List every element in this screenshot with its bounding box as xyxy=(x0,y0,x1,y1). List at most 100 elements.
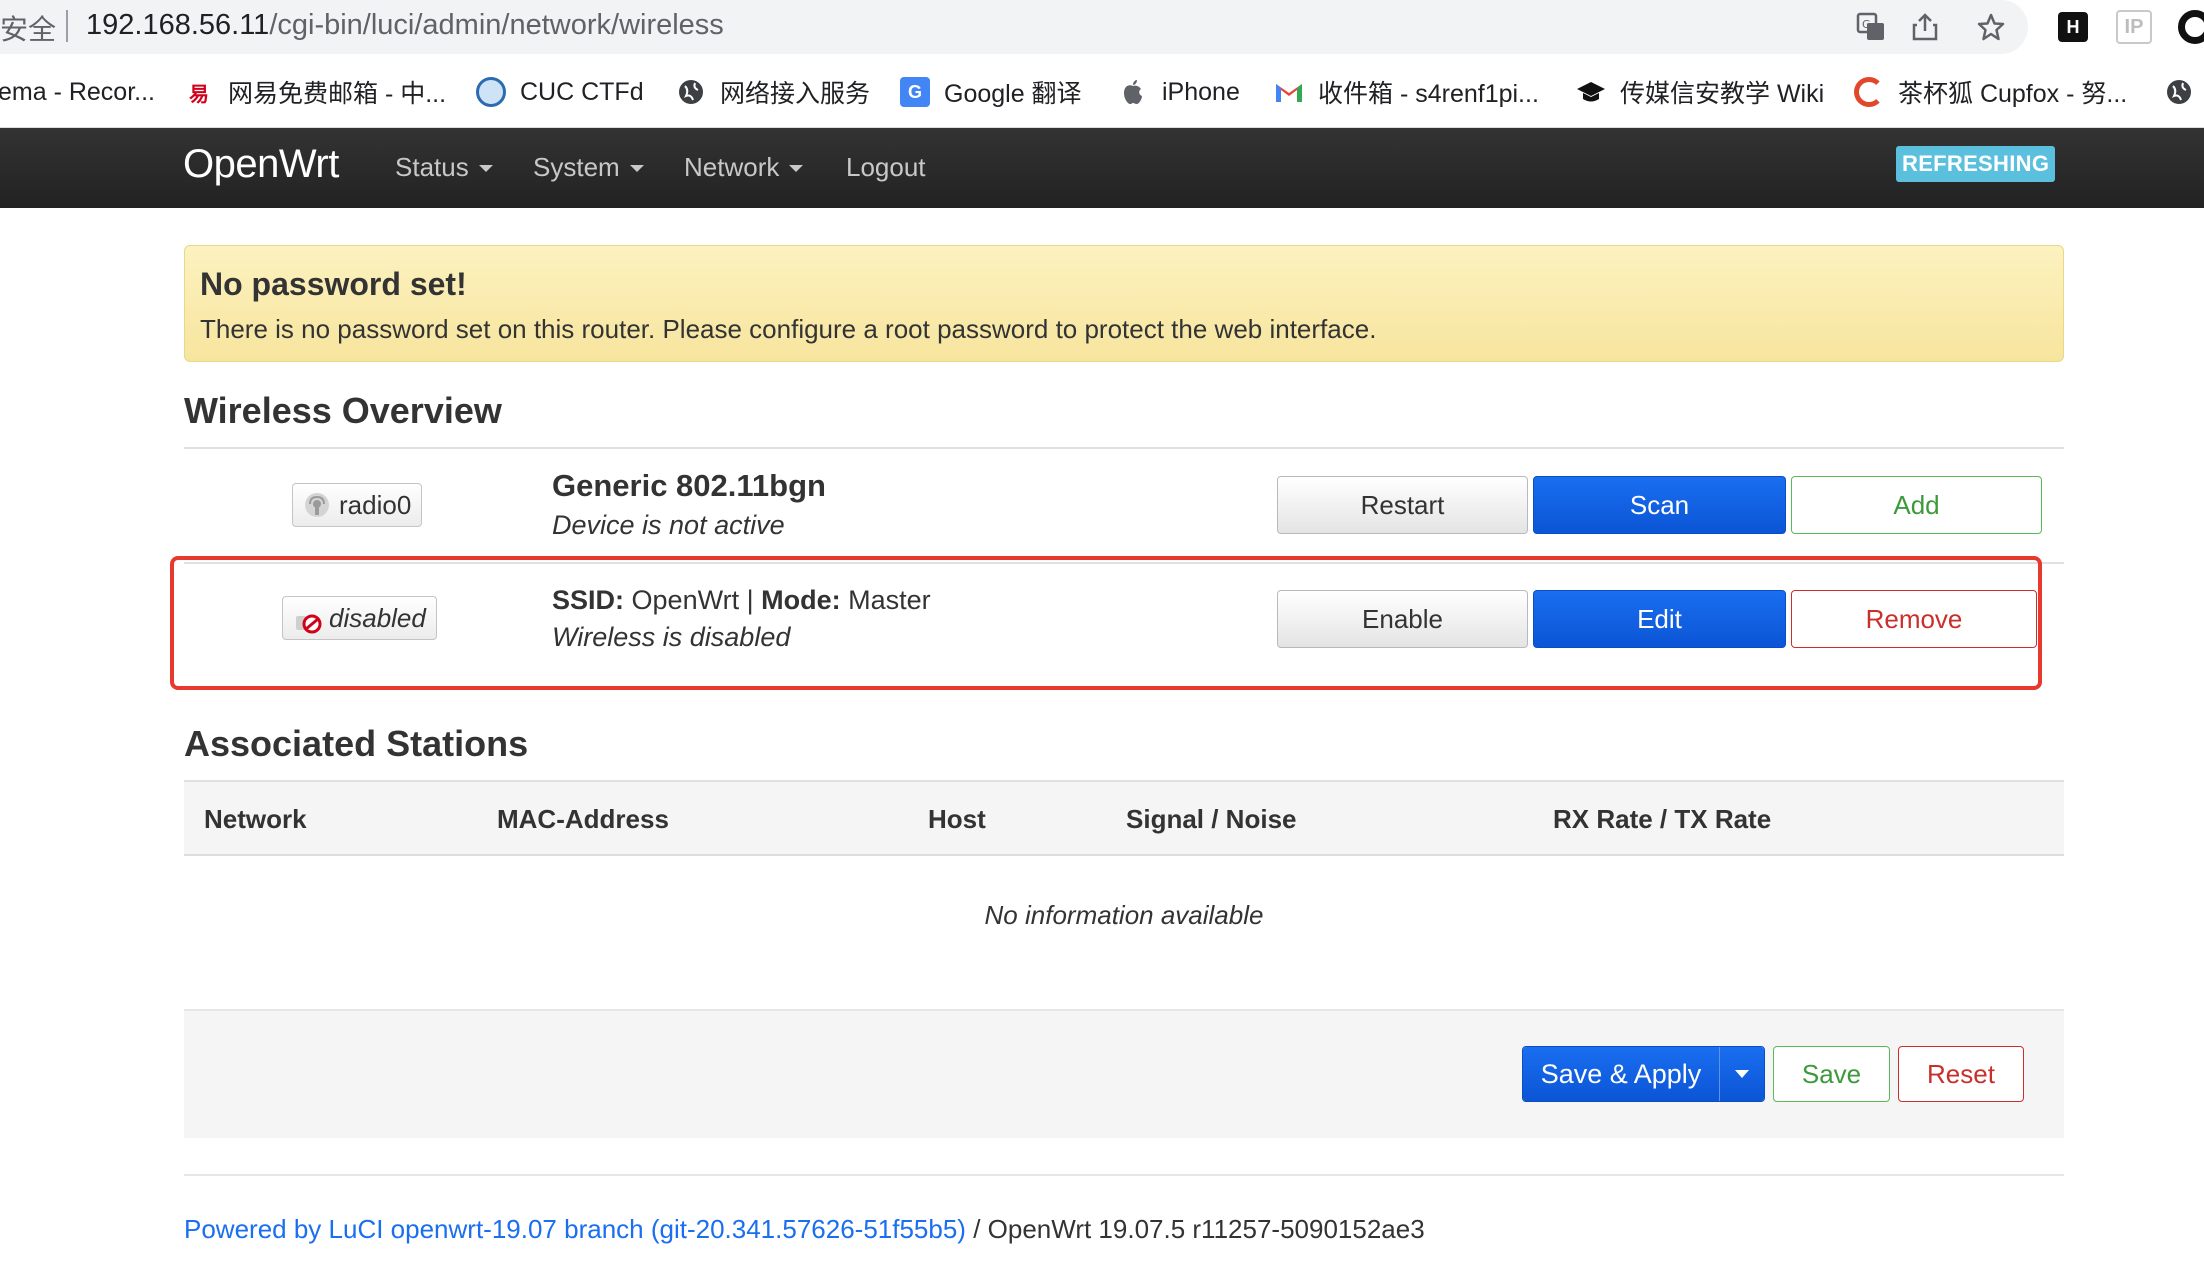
mode-value: Master xyxy=(848,585,931,615)
bookmark-item[interactable]: ema - Recor... xyxy=(0,74,155,110)
save-apply-split-button: Save & Apply xyxy=(1522,1046,1765,1102)
nav-label: System xyxy=(533,152,620,182)
remove-button[interactable]: Remove xyxy=(1791,590,2037,648)
divider xyxy=(184,562,2064,564)
ssid-value: OpenWrt xyxy=(631,585,740,615)
column-header: Signal / Noise xyxy=(1126,804,1297,834)
globe-icon xyxy=(2164,77,2194,107)
add-network-button[interactable]: Add xyxy=(1791,476,2042,534)
extension-h-icon[interactable]: H xyxy=(2058,12,2088,42)
reset-button[interactable]: Reset xyxy=(1898,1046,2024,1102)
bookmark-item[interactable]: 易 网易免费邮箱 - 中... xyxy=(184,74,446,110)
url-text[interactable]: 192.168.56.11/cgi-bin/luci/admin/network… xyxy=(86,9,724,42)
bookmarks-bar: ema - Recor... 易 网易免费邮箱 - 中... CUC CTFd … xyxy=(0,54,2204,128)
disabled-badge[interactable]: disabled xyxy=(282,596,437,640)
bookmark-label: 网络接入服务 xyxy=(720,80,871,108)
google-translate-icon: G xyxy=(900,77,930,107)
mode-label: Mode: xyxy=(761,585,841,615)
no-password-alert: No password set! There is no password se… xyxy=(184,245,2064,362)
divider xyxy=(184,447,2064,449)
bookmark-item[interactable]: iPhone xyxy=(1118,74,1240,110)
wireless-overview-heading: Wireless Overview xyxy=(184,390,502,431)
footer-text: Powered by LuCI openwrt-19.07 branch (gi… xyxy=(184,1214,1425,1245)
nav-label: Network xyxy=(684,152,780,182)
ssid-label: SSID: xyxy=(552,585,625,615)
url-path: /cgi-bin/luci/admin/network/wireless xyxy=(269,9,724,41)
share-icon[interactable] xyxy=(1906,8,1944,46)
extension-circle-icon[interactable] xyxy=(2178,10,2204,44)
refreshing-badge[interactable]: REFRESHING xyxy=(1896,146,2056,182)
associated-stations-heading: Associated Stations xyxy=(184,723,529,764)
translate-icon[interactable]: G xyxy=(1852,8,1890,46)
bookmark-label: ema - Recor... xyxy=(0,77,155,106)
netease-icon: 易 xyxy=(189,83,209,106)
bookmark-item[interactable]: 收件箱 - s4renf1pi... xyxy=(1274,74,1539,110)
chevron-down-icon xyxy=(478,165,493,172)
save-apply-button[interactable]: Save & Apply xyxy=(1523,1047,1720,1101)
nav-network[interactable]: Network xyxy=(684,152,804,183)
badge-label: radio0 xyxy=(339,489,412,520)
brand-logo[interactable]: OpenWrt xyxy=(183,142,339,187)
bookmark-label: Google 翻译 xyxy=(944,80,1082,108)
bookmark-star-icon[interactable] xyxy=(1972,8,2010,46)
omnibox-divider xyxy=(66,10,68,42)
edit-button[interactable]: Edit xyxy=(1533,590,1786,648)
bookmark-item[interactable]: CUC CTFd xyxy=(476,74,644,110)
security-label[interactable]: 安全 xyxy=(0,8,56,48)
save-button[interactable]: Save xyxy=(1773,1046,1890,1102)
restart-button[interactable]: Restart xyxy=(1277,476,1528,534)
version-text: / OpenWrt 19.07.5 r11257-5090152ae3 xyxy=(965,1214,1425,1244)
save-apply-dropdown[interactable] xyxy=(1720,1047,1764,1101)
omnibox[interactable]: 安全 192.168.56.11/cgi-bin/luci/admin/netw… xyxy=(0,0,2028,54)
ctfd-icon xyxy=(476,77,506,107)
bookmark-label: 网易免费邮箱 - 中... xyxy=(228,80,447,108)
gmail-icon xyxy=(1274,77,1304,107)
column-header: RX Rate / TX Rate xyxy=(1553,804,1772,834)
bookmark-item[interactable]: 网络接入服务 xyxy=(676,74,870,110)
chevron-down-icon xyxy=(1735,1070,1749,1078)
alert-title: No password set! xyxy=(200,266,467,302)
graduation-cap-icon xyxy=(1576,77,1606,107)
bookmark-label: iPhone xyxy=(1162,77,1240,106)
bookmark-item[interactable]: 传媒信安教学 Wiki xyxy=(1576,74,1824,110)
column-header: Network xyxy=(204,804,307,834)
empty-table-message: No information available xyxy=(984,900,1264,930)
column-header: MAC-Address xyxy=(497,804,669,834)
network-status: Wireless is disabled xyxy=(552,622,791,652)
stations-table-header: Network MAC-Address Host Signal / Noise … xyxy=(184,782,2064,856)
separator: | xyxy=(746,585,754,615)
bookmark-overflow[interactable] xyxy=(2164,74,2204,110)
chevron-down-icon xyxy=(789,165,804,172)
url-host: 192.168.56.11 xyxy=(86,9,270,41)
wifi-radio-icon xyxy=(303,491,331,519)
openwrt-navbar: OpenWrt Status System Network Logout REF… xyxy=(0,128,2204,208)
device-status: Device is not active xyxy=(552,510,785,540)
svg-text:G: G xyxy=(1862,18,1871,31)
bookmark-label: 茶杯狐 Cupfox - 努... xyxy=(1898,80,2128,108)
chevron-down-icon xyxy=(629,165,644,172)
ssid-mode-line: SSID: OpenWrt | Mode: Master xyxy=(552,585,931,616)
nav-label: Status xyxy=(395,152,469,182)
nav-system[interactable]: System xyxy=(533,152,644,183)
browser-address-bar: 安全 192.168.56.11/cgi-bin/luci/admin/netw… xyxy=(0,0,2204,54)
nav-label: Logout xyxy=(846,152,926,182)
bookmark-label: 传媒信安教学 Wiki xyxy=(1620,80,1825,108)
bookmark-item[interactable]: 茶杯狐 Cupfox - 努... xyxy=(1854,74,2127,110)
radio0-badge[interactable]: radio0 xyxy=(292,483,423,527)
badge-label: disabled xyxy=(329,602,426,633)
enable-button[interactable]: Enable xyxy=(1277,590,1528,648)
column-header: Host xyxy=(928,804,986,834)
device-title: Generic 802.11bgn xyxy=(552,468,826,503)
alert-message: There is no password set on this router.… xyxy=(200,314,1377,344)
bookmark-label: 收件箱 - s4renf1pi... xyxy=(1318,80,1539,108)
extension-ip-icon[interactable]: IP xyxy=(2116,10,2152,44)
cupfox-icon xyxy=(1854,77,1884,107)
nav-status[interactable]: Status xyxy=(395,152,493,183)
apple-icon xyxy=(1118,77,1148,107)
bookmark-item[interactable]: G Google 翻译 xyxy=(900,74,1082,110)
bookmark-label: CUC CTFd xyxy=(520,77,644,106)
luci-link[interactable]: Powered by LuCI openwrt-19.07 branch (gi… xyxy=(184,1214,966,1244)
scan-button[interactable]: Scan xyxy=(1533,476,1786,534)
globe-icon xyxy=(676,77,706,107)
nav-logout[interactable]: Logout xyxy=(846,152,926,183)
